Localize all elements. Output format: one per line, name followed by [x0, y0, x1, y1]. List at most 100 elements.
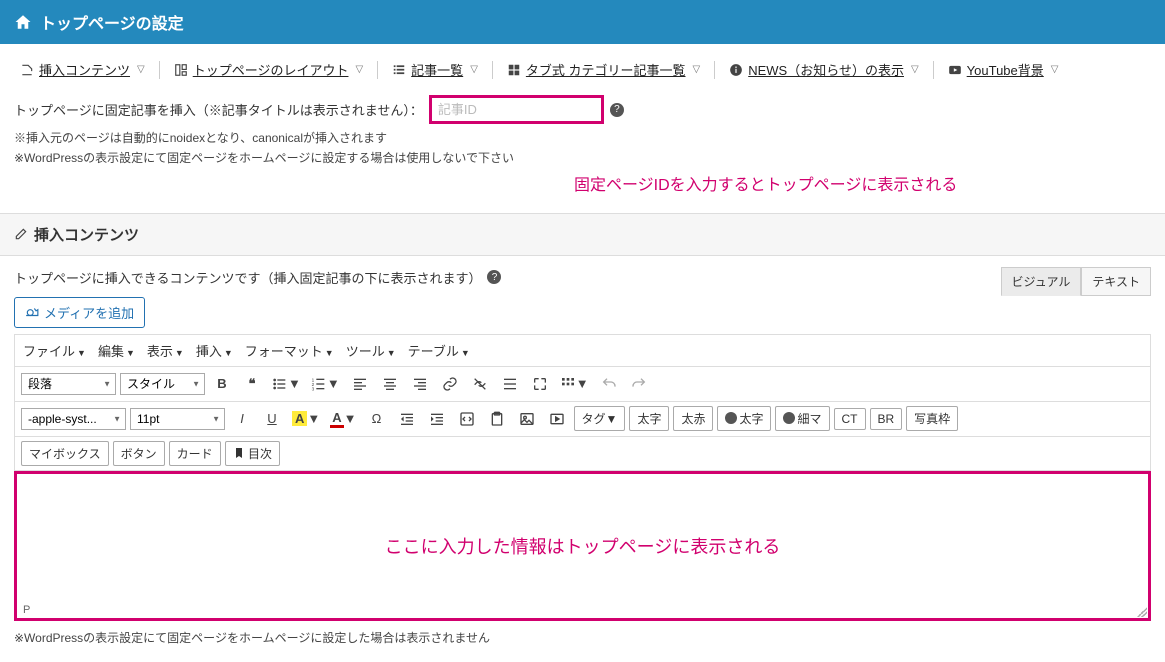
mybox-button[interactable]: マイボックス	[21, 441, 109, 466]
divider	[492, 61, 493, 79]
divider	[714, 61, 715, 79]
paragraph-select[interactable]: 段落	[21, 373, 116, 395]
resize-handle[interactable]	[1137, 607, 1147, 617]
settings-tabs: 挿入コンテンツ▽ トップページのレイアウト▽ 記事一覧▽ タブ式 カテゴリー記事…	[0, 44, 1165, 89]
annotation-id-input: 固定ページIDを入力するとトップページに表示される	[560, 171, 1165, 205]
menu-format[interactable]: フォーマット▼	[245, 341, 334, 360]
toolbar-toggle-button[interactable]: ▼	[557, 371, 592, 397]
special-char-button[interactable]: Ω	[364, 406, 390, 432]
fullscreen-button[interactable]	[527, 371, 553, 397]
indent-button[interactable]	[424, 406, 450, 432]
code-button[interactable]	[454, 406, 480, 432]
editor-toolbar-row2: -apple-syst... 11pt I U A▼ A▼ Ω タグ▼ 太字 太…	[14, 402, 1151, 437]
tab-category-list[interactable]: タブ式 カテゴリー記事一覧▽	[499, 56, 708, 83]
menu-insert[interactable]: 挿入▼	[196, 341, 233, 360]
text-color-button-2[interactable]: A▼	[327, 406, 359, 432]
menu-tools[interactable]: ツール▼	[346, 341, 396, 360]
divider	[377, 61, 378, 79]
page-title: トップページの設定	[40, 10, 184, 34]
add-media-button[interactable]: メディアを追加	[14, 297, 145, 328]
tab-insert-contents[interactable]: 挿入コンテンツ▽	[12, 56, 153, 83]
thin-user-button[interactable]: 細マ	[775, 406, 829, 431]
menu-edit[interactable]: 編集▼	[98, 341, 135, 360]
chevron-down-icon: ▽	[355, 64, 363, 75]
button-button[interactable]: ボタン	[113, 441, 165, 466]
footer-note: ※WordPressの表示設定にて固定ページをホームページに設定した場合は表示さ…	[0, 621, 1165, 654]
bookmark-icon	[233, 447, 245, 459]
chevron-down-icon: ▽	[1051, 64, 1059, 75]
home-icon	[14, 13, 32, 31]
link-button[interactable]	[437, 371, 463, 397]
undo-button[interactable]	[596, 371, 622, 397]
numbered-list-button[interactable]: 123▼	[308, 371, 343, 397]
tab-news[interactable]: NEWS（お知らせ）の表示▽	[721, 56, 926, 83]
layout-icon	[174, 63, 188, 77]
divider	[159, 61, 160, 79]
tag-button[interactable]: タグ▼	[574, 406, 626, 431]
italic-button[interactable]: I	[229, 406, 255, 432]
editor-mode-tabs: ビジュアル テキスト	[1001, 267, 1151, 296]
tab-text[interactable]: テキスト	[1081, 267, 1151, 296]
br-button[interactable]: BR	[870, 408, 903, 430]
tab-article-list[interactable]: 記事一覧▽	[384, 56, 486, 83]
media-button[interactable]	[544, 406, 570, 432]
more-button[interactable]	[497, 371, 523, 397]
redo-button[interactable]	[626, 371, 652, 397]
section-title: 挿入コンテンツ	[34, 224, 139, 245]
editor-status-path: P	[23, 604, 30, 616]
tab-youtube-bg[interactable]: YouTube背景▽	[940, 56, 1067, 83]
paste-button[interactable]	[484, 406, 510, 432]
red-jp-button[interactable]: 太赤	[673, 406, 713, 431]
fontsize-select[interactable]: 11pt	[130, 408, 225, 430]
style-select[interactable]: スタイル	[120, 373, 205, 395]
section-description: トップページに挿入できるコンテンツです（挿入固定記事の下に表示されます） ?	[0, 268, 1165, 297]
help-icon[interactable]: ?	[610, 103, 624, 117]
editor-content-area[interactable]: ここに入力した情報はトップページに表示される P	[14, 471, 1151, 621]
grid-icon	[507, 63, 521, 77]
ct-button[interactable]: CT	[834, 408, 866, 430]
image-button[interactable]	[514, 406, 540, 432]
chevron-down-icon: ▽	[137, 64, 145, 75]
bullet-list-button[interactable]: ▼	[269, 371, 304, 397]
note-line-1: ※挿入元のページは自動的にnoidexとなり、canonicalが挿入されます	[14, 128, 1151, 148]
toc-button[interactable]: 目次	[225, 441, 280, 466]
list-icon	[392, 63, 406, 77]
menu-file[interactable]: ファイル▼	[23, 341, 86, 360]
edit-icon	[14, 227, 28, 241]
outdent-button[interactable]	[394, 406, 420, 432]
chevron-down-icon: ▽	[911, 64, 919, 75]
chevron-down-icon: ▽	[470, 64, 478, 75]
align-right-button[interactable]	[407, 371, 433, 397]
section-insert-contents: 挿入コンテンツ	[0, 213, 1165, 256]
note-line-2: ※WordPressの表示設定にて固定ページをホームページに設定する場合は使用し…	[14, 148, 1151, 168]
quote-button[interactable]: ❝	[239, 371, 265, 397]
card-button[interactable]: カード	[169, 441, 221, 466]
fixed-post-label: トップページに固定記事を挿入（※記事タイトルは表示されません）：	[14, 100, 423, 119]
underline-button[interactable]: U	[259, 406, 285, 432]
editor-toolbar-row1: 段落 スタイル B ❝ ▼ 123▼ ▼	[14, 367, 1151, 402]
video-icon	[948, 63, 962, 77]
font-select[interactable]: -apple-syst...	[21, 408, 126, 430]
align-left-button[interactable]	[347, 371, 373, 397]
post-id-input[interactable]	[429, 95, 604, 124]
divider	[933, 61, 934, 79]
photo-frame-button[interactable]: 写真枠	[906, 406, 958, 431]
menu-view[interactable]: 表示▼	[147, 341, 184, 360]
menu-table[interactable]: テーブル▼	[408, 341, 470, 360]
user-icon	[783, 412, 795, 424]
bold-button[interactable]: B	[209, 371, 235, 397]
page-header: トップページの設定	[0, 0, 1165, 44]
editor-toolbar-row3: マイボックス ボタン カード 目次	[14, 437, 1151, 471]
info-icon	[729, 63, 743, 77]
fixed-post-notes: ※挿入元のページは自動的にnoidexとなり、canonicalが挿入されます …	[0, 126, 1165, 173]
text-color-button[interactable]: A▼	[289, 406, 323, 432]
chevron-down-icon: ▽	[693, 64, 701, 75]
bold-user-button[interactable]: 太字	[717, 406, 771, 431]
align-center-button[interactable]	[377, 371, 403, 397]
bold-jp-button[interactable]: 太字	[629, 406, 669, 431]
unlink-button[interactable]	[467, 371, 493, 397]
media-icon	[25, 305, 39, 319]
tab-top-layout[interactable]: トップページのレイアウト▽	[166, 56, 371, 83]
help-icon[interactable]: ?	[487, 270, 501, 284]
tab-visual[interactable]: ビジュアル	[1001, 267, 1082, 296]
